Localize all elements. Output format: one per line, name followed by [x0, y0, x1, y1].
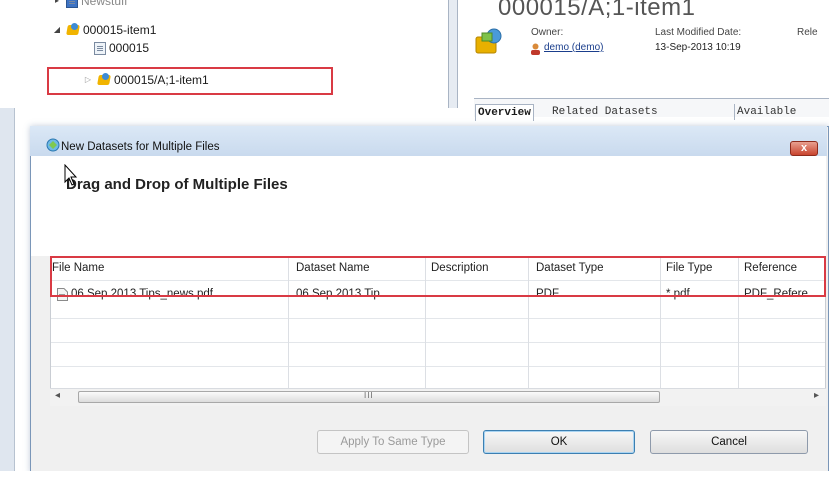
scrollbar-grip-icon: III — [364, 391, 374, 400]
tab-overview[interactable]: Overview — [475, 104, 534, 121]
mouse-cursor-icon — [64, 164, 78, 186]
panel-splitter[interactable] — [448, 0, 458, 108]
item-revision-large-icon — [475, 28, 502, 54]
tree-node-label: Newstuff — [81, 0, 128, 8]
dialog-heading: Drag and Drop of Multiple Files — [66, 176, 288, 193]
tab-related-datasets[interactable]: Related Datasets — [550, 104, 660, 120]
tree-node-newstuff[interactable]: ▸ Newstuff — [52, 0, 127, 10]
owner-label: Owner: — [531, 27, 564, 38]
scroll-right-arrow-icon[interactable]: ▸ — [814, 390, 819, 401]
last-modified-value: 13-Sep-2013 10:19 — [655, 42, 741, 53]
folder-icon — [66, 0, 78, 8]
tree-node-label: 000015 — [109, 41, 150, 55]
expand-icon[interactable]: ▸ — [52, 0, 62, 6]
user-icon — [530, 42, 541, 55]
row-highlight — [50, 256, 826, 297]
dialog-title: New Datasets for Multiple Files — [61, 141, 220, 153]
tree-node-revision[interactable]: 000015 — [94, 39, 149, 57]
item-icon — [66, 23, 80, 37]
release-label: Rele — [797, 27, 818, 38]
tree-node-label: 000015-item1 — [83, 23, 157, 37]
dataset-icon — [46, 138, 60, 152]
tab-available[interactable]: Available — [734, 104, 798, 120]
window-left-edge — [0, 108, 15, 485]
cancel-button[interactable]: Cancel — [650, 430, 808, 454]
close-button[interactable]: x — [790, 141, 818, 156]
item-title: 000015/A;1-item1 — [498, 0, 696, 21]
ok-button[interactable]: OK — [483, 430, 635, 454]
tree-node-label: 000015/A;1-item1 — [114, 73, 209, 87]
collapse-icon[interactable]: ◢ — [52, 25, 62, 35]
item-revision-icon — [94, 41, 106, 55]
tree-node-item-revision[interactable]: ▷ 000015/A;1-item1 — [83, 71, 209, 89]
window-bottom-edge — [0, 471, 829, 485]
last-modified-label: Last Modified Date: — [655, 27, 742, 38]
owner-link[interactable]: demo (demo) — [544, 42, 603, 53]
tree-node-item1[interactable]: ◢ 000015-item1 — [52, 21, 156, 39]
scroll-left-arrow-icon[interactable]: ◂ — [55, 390, 60, 401]
dialog-header-area — [31, 156, 826, 256]
item-revision-icon — [97, 73, 111, 87]
apply-to-same-type-button[interactable]: Apply To Same Type — [317, 430, 469, 454]
expand-icon[interactable]: ▷ — [83, 75, 93, 85]
